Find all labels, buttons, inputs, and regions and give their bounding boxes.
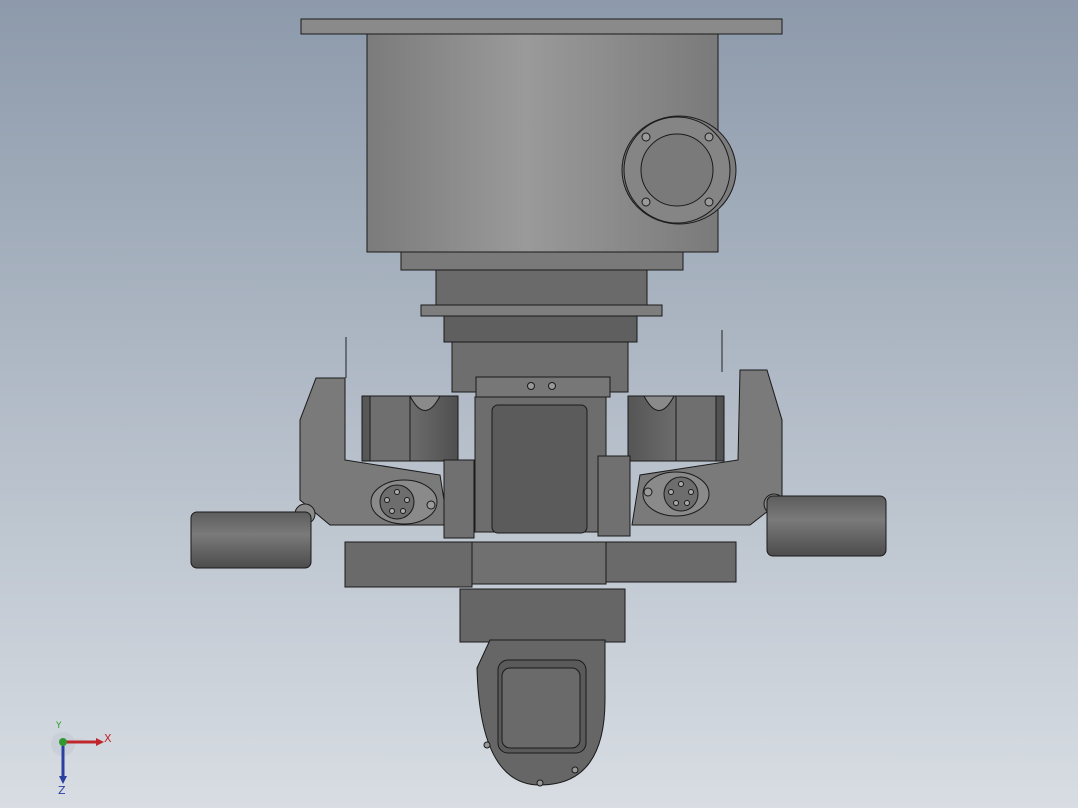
graphics-viewport[interactable]: X Y Z <box>0 0 1078 808</box>
lower-frame-left <box>344 541 473 588</box>
right-roller <box>766 495 887 557</box>
left-drum <box>361 395 459 462</box>
robot-joint-assembly-model[interactable] <box>0 0 1078 808</box>
reducer-ring-2 <box>435 269 648 306</box>
central-insert <box>491 404 588 534</box>
orientation-triad[interactable]: X Y Z <box>48 721 118 798</box>
bottom-wheel-assembly <box>459 588 626 787</box>
lower-frame-center <box>471 541 607 585</box>
top-flange-plate <box>300 18 783 35</box>
right-drum <box>627 395 725 462</box>
x-axis-label: X <box>104 732 112 745</box>
z-axis-label: Z <box>58 784 66 797</box>
reducer-flange <box>420 304 663 317</box>
reducer-ring-1 <box>400 251 684 271</box>
side-port <box>621 115 737 225</box>
lower-frame-right <box>605 541 737 583</box>
y-axis-label: Y <box>56 721 62 731</box>
left-roller <box>190 511 312 569</box>
reducer-ring-3 <box>443 315 638 343</box>
center-bracket <box>475 376 611 398</box>
